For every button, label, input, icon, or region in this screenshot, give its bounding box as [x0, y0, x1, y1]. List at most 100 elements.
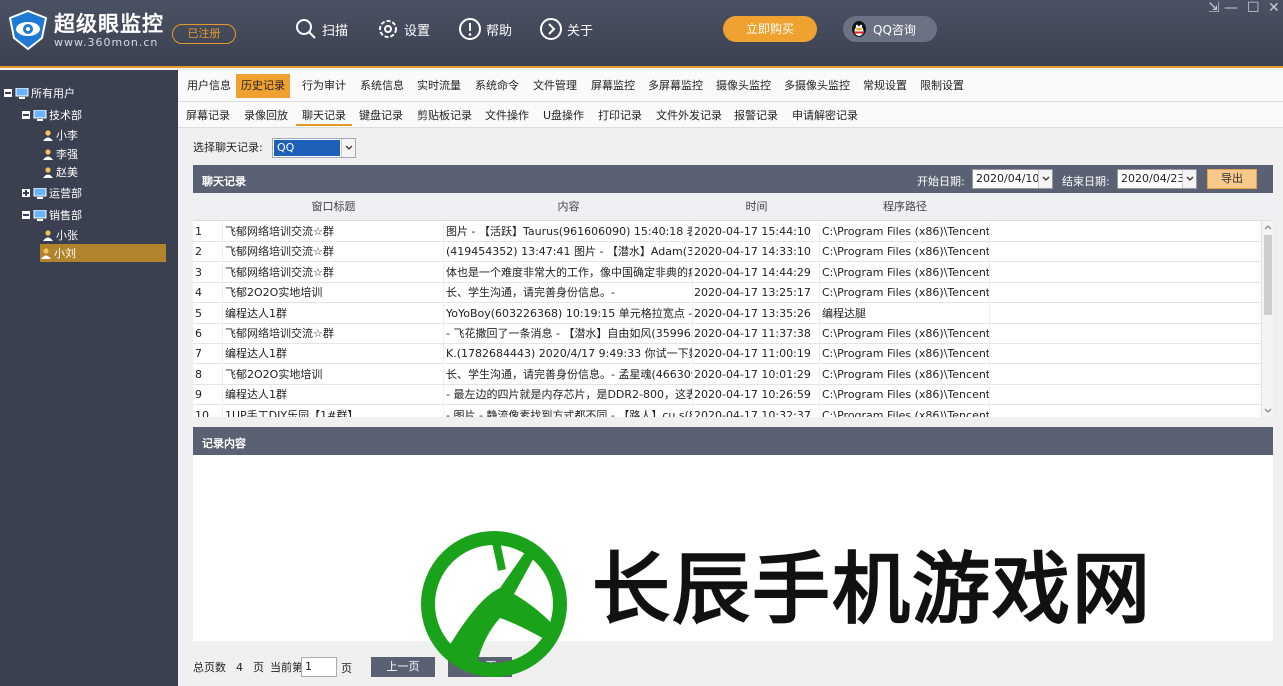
tab-replay[interactable]: 录像回放 — [244, 106, 288, 126]
tab-system-info[interactable]: 系统信息 — [356, 74, 408, 98]
table-row[interactable]: 6 飞郁网络培训交流☆群 - 飞花撒回了一条消息 - 【潜水】自由如风(359963… — [193, 324, 1261, 344]
table-cell-content: 长、学生沟通，请完善身份信息。- 孟星魂(46630993 — [444, 364, 693, 385]
tab-camera[interactable]: 摄像头监控 — [712, 74, 775, 98]
table-scrollbar[interactable] — [1261, 221, 1273, 417]
table-cell-path: C:\Program Files (x86)\Tencent\ — [820, 385, 990, 406]
table-cell-title: 飞郁网络培训交流☆群 — [223, 222, 444, 242]
current-page-input[interactable]: 1 — [301, 657, 337, 677]
chat-select-label: 选择聊天记录: — [193, 141, 263, 154]
record-content-title: 记录内容 — [202, 437, 246, 450]
computer-icon — [33, 187, 47, 199]
tab-file-operation[interactable]: 文件操作 — [485, 106, 529, 126]
chat-record-header: 聊天记录 开始日期: 2020/04/10 结束日期: 2020/04/23 导… — [193, 165, 1273, 193]
chat-record-title: 聊天记录 — [202, 175, 246, 188]
scroll-thumb[interactable] — [1264, 235, 1272, 315]
tree-root[interactable]: 所有用户 — [4, 84, 75, 102]
tab-usb-operation[interactable]: U盘操作 — [543, 106, 584, 126]
expand-icon[interactable] — [22, 189, 30, 197]
about-button[interactable]: 关于 — [539, 16, 593, 42]
collapse-icon[interactable] — [4, 89, 12, 97]
tab-clipboard-record[interactable]: 剪贴板记录 — [417, 106, 472, 126]
tab-history[interactable]: 历史记录 — [236, 74, 290, 98]
table-row[interactable]: 7 编程达人1群 K.(1782684443) 2020/4/17 9:49:33 … — [193, 344, 1261, 365]
help-button[interactable]: 帮助 — [458, 16, 512, 42]
minimize-icon[interactable]: — — [1224, 0, 1238, 16]
table-row[interactable]: 3 飞郁网络培训交流☆群 体也是一个难度非常大的工作，像中国确定非典的病原 2020-… — [193, 262, 1261, 283]
tree-group-ops[interactable]: 运营部 — [22, 184, 82, 202]
start-date-picker[interactable]: 2020/04/10 — [972, 169, 1053, 189]
tab-multi-screen[interactable]: 多屏幕监控 — [644, 74, 707, 98]
tab-user-info[interactable]: 用户信息 — [183, 74, 235, 98]
column-header[interactable]: 窗口标题 — [223, 193, 444, 221]
column-header[interactable]: 内容 — [444, 193, 693, 221]
tab-screen-monitor[interactable]: 屏幕监控 — [587, 74, 639, 98]
tab-screen-record[interactable]: 屏幕记录 — [186, 106, 230, 126]
tree-user[interactable]: 小李 — [42, 126, 78, 144]
tab-realtime-traffic[interactable]: 实时流量 — [413, 74, 465, 98]
end-date-picker[interactable]: 2020/04/23 — [1117, 169, 1197, 189]
table-cell-path: C:\Program Files (x86)\Tencent\ — [820, 405, 990, 417]
tree-user[interactable]: 小张 — [42, 226, 78, 244]
table-row[interactable]: 2 飞郁网络培训交流☆群 (419454352) 13:47:41 图片 - 【潜水… — [193, 242, 1261, 263]
tree-user-label: 小张 — [56, 229, 78, 242]
column-header[interactable]: 时间 — [693, 193, 820, 221]
tab-multi-camera[interactable]: 多摄像头监控 — [780, 74, 854, 98]
end-date-value: 2020/04/23 — [1121, 172, 1185, 185]
chevron-down-icon[interactable] — [341, 139, 355, 157]
registered-badge: 已注册 — [172, 24, 236, 44]
tree-group-tech[interactable]: 技术部 — [22, 106, 82, 124]
record-content-header: 记录内容 — [193, 427, 1273, 455]
chat-record-table: 窗口标题 内容 时间 程序路径 1 飞郁网络培训交流☆群 图片 - 【活跃】Taur… — [193, 193, 1273, 417]
tab-behavior-audit[interactable]: 行为审计 — [298, 74, 350, 98]
table-cell-path: C:\Program Files (x86)\Tencent\ — [820, 242, 990, 263]
table-cell-time: 2020-04-17 10:01:29 — [693, 364, 820, 385]
chevron-right-circle-icon — [540, 18, 562, 40]
table-row[interactable]: 10 1UP手工DIY乐园【1#群】 - 图片 - 静流像素找到方式都不同 - 【路… — [193, 405, 1261, 417]
total-pages-value: 4 — [236, 660, 243, 674]
user-icon — [41, 248, 51, 259]
tab-decrypt-request[interactable]: 申请解密记录 — [792, 106, 858, 126]
tree-user[interactable]: 赵美 — [42, 163, 78, 181]
table-row[interactable]: 4 飞郁2O2O实地培训 长、学生沟通，请完善身份信息。- 2020-04-17 13… — [193, 283, 1261, 304]
tab-alarm-record[interactable]: 报警记录 — [734, 106, 778, 126]
chevron-down-icon[interactable] — [1182, 170, 1196, 188]
table-row[interactable]: 8 飞郁2O2O实地培训 长、学生沟通，请完善身份信息。- 孟星魂(46630993… — [193, 364, 1261, 385]
restore-icon[interactable]: ⇲ — [1208, 0, 1220, 16]
table-row[interactable]: 5 编程达人1群 YoYoBoy(603226368) 10:19:15 单元格拉宽… — [193, 303, 1261, 324]
tab-general-settings[interactable]: 常规设置 — [859, 74, 911, 98]
collapse-icon[interactable] — [22, 211, 30, 219]
watermark-logo-icon — [421, 531, 567, 677]
tab-file-outgoing[interactable]: 文件外发记录 — [656, 106, 722, 126]
tab-chat-record[interactable]: 聊天记录 — [296, 106, 352, 126]
total-pages-label: 总页数 — [193, 661, 226, 674]
table-cell-time: 2020-04-17 13:25:17 — [693, 283, 820, 304]
scan-button[interactable]: 扫描 — [294, 16, 348, 42]
table-cell-no: 3 — [193, 262, 223, 283]
close-icon[interactable]: ✕ — [1268, 0, 1280, 16]
export-button[interactable]: 导出 — [1207, 169, 1257, 189]
settings-button[interactable]: 设置 — [376, 16, 430, 42]
buy-now-button[interactable]: 立即购买 — [723, 16, 817, 42]
tab-file-manager[interactable]: 文件管理 — [529, 74, 581, 98]
tree-group-label: 销售部 — [49, 209, 82, 222]
tree-user-label: 小刘 — [54, 247, 76, 260]
maximize-icon[interactable]: ☐ — [1247, 0, 1260, 16]
tab-keyboard-record[interactable]: 键盘记录 — [359, 106, 403, 126]
tab-system-command[interactable]: 系统命令 — [471, 74, 523, 98]
tree-group-sales[interactable]: 销售部 — [22, 206, 82, 224]
scroll-down-icon[interactable] — [1262, 405, 1273, 417]
column-header[interactable]: 程序路径 — [820, 193, 990, 221]
collapse-icon[interactable] — [22, 111, 30, 119]
scroll-up-icon[interactable] — [1262, 221, 1273, 233]
qq-consult-button[interactable]: QQ咨询 — [843, 16, 937, 42]
table-row[interactable]: 1 飞郁网络培训交流☆群 图片 - 【活跃】Taurus(961606090) 15… — [193, 222, 1261, 242]
chevron-down-icon[interactable] — [1038, 170, 1052, 188]
tree-user[interactable]: 李强 — [42, 145, 78, 163]
tree-user-label: 小李 — [56, 129, 78, 142]
chat-type-select[interactable]: QQ — [272, 138, 356, 158]
table-cell-no: 7 — [193, 344, 223, 365]
tree-user-selected[interactable]: 小刘 — [40, 244, 166, 262]
tab-print-record[interactable]: 打印记录 — [598, 106, 642, 126]
table-row[interactable]: 9 编程达人1群 - 最左边的四片就是内存芯片，是DDR2-800，这表示 2020-… — [193, 385, 1261, 406]
tab-restriction-settings[interactable]: 限制设置 — [916, 74, 968, 98]
